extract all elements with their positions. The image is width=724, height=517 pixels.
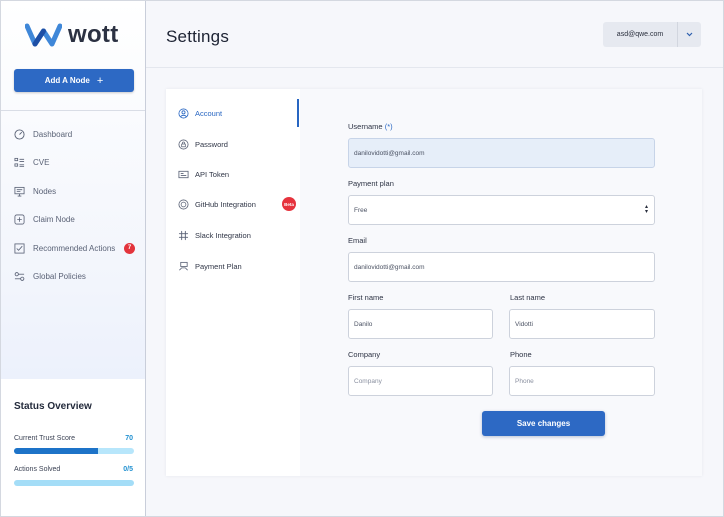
user-email[interactable]: asd@qwe.com — [603, 22, 677, 47]
chevron-down-icon[interactable] — [677, 22, 701, 47]
tab-password[interactable]: Password — [177, 136, 300, 152]
trust-score-value: 70 — [125, 435, 133, 442]
payment-icon — [177, 260, 189, 272]
required-mark: (*) — [384, 122, 393, 131]
status-overview-title: Status Overview — [14, 401, 92, 412]
user-circle-icon — [177, 107, 189, 119]
company-field[interactable] — [348, 366, 493, 396]
active-tab-indicator — [297, 99, 299, 127]
tab-payment-plan[interactable]: Payment Plan — [177, 258, 300, 274]
trust-score-label: Current Trust Score — [14, 435, 76, 442]
first-name-label: First name — [348, 293, 384, 302]
beta-badge: Beta — [282, 197, 296, 211]
sidebar-item-label: Recommended Actions — [33, 243, 116, 253]
checkbox-icon — [13, 242, 25, 254]
trust-score-bar — [14, 448, 134, 454]
trust-score-fill — [14, 448, 98, 454]
settings-card: Account Password API Token GitHub Integr… — [166, 89, 702, 476]
payment-plan-value: Free — [354, 206, 368, 214]
sidebar-item-label: Global Policies — [33, 272, 86, 282]
add-node-button[interactable]: Add A Node + — [14, 69, 134, 92]
username-label: Username (*) — [348, 122, 393, 131]
username-label-text: Username — [348, 122, 383, 131]
sidebar-item-global-policies[interactable]: Global Policies — [13, 263, 137, 292]
wott-logo-icon — [25, 23, 62, 47]
sidebar-divider — [1, 110, 145, 111]
sidebar-item-cve[interactable]: CVE — [13, 149, 137, 178]
lock-circle-icon — [177, 138, 189, 150]
plus-icon: + — [96, 74, 104, 87]
tab-label: Payment Plan — [195, 261, 242, 271]
logo-text: wott — [68, 21, 119, 48]
phone-field[interactable] — [509, 366, 655, 396]
actions-solved-value: 0/5 — [123, 466, 133, 473]
payment-plan-label: Payment plan — [348, 179, 394, 188]
email-label: Email — [348, 236, 367, 245]
settings-tabs: Account Password API Token GitHub Integr… — [166, 89, 300, 476]
sidebar-item-recommended-actions[interactable]: Recommended Actions 7 — [13, 234, 137, 263]
add-node-label: Add A Node — [44, 76, 90, 85]
token-icon — [177, 168, 189, 180]
tab-account[interactable]: Account — [177, 105, 300, 121]
username-field[interactable] — [348, 138, 655, 168]
sidebar-item-label: Nodes — [33, 186, 57, 196]
tab-label: Account — [195, 108, 223, 118]
toggles-icon — [13, 271, 25, 283]
tab-github-integration[interactable]: GitHub Integration Beta — [177, 196, 300, 212]
main-content: Settings asd@qwe.com Account Password AP… — [146, 1, 723, 516]
sidebar-item-label: Claim Node — [33, 215, 75, 225]
sidebar-item-dashboard[interactable]: Dashboard — [13, 120, 137, 149]
tab-label: Slack Integration — [195, 230, 251, 240]
wott-logo[interactable]: wott — [25, 21, 119, 49]
email-field[interactable] — [348, 252, 655, 282]
status-overview: Status Overview Current Trust Score 70 A… — [1, 379, 145, 516]
gauge-icon — [13, 128, 25, 140]
first-name-field[interactable] — [348, 309, 493, 339]
tab-label: API Token — [195, 169, 230, 179]
tab-slack-integration[interactable]: Slack Integration — [177, 227, 300, 243]
sidebar-item-nodes[interactable]: Nodes — [13, 177, 137, 206]
payment-plan-select[interactable]: Free ▴ ▾ — [348, 195, 655, 225]
app-window: wott Add A Node + Dashboard CVE Nodes Cl… — [0, 0, 724, 517]
sidebar-item-label: Dashboard — [33, 129, 73, 139]
tab-api-token[interactable]: API Token — [177, 166, 300, 182]
monitor-icon — [13, 185, 25, 197]
sidebar-item-label: CVE — [33, 158, 50, 168]
last-name-label: Last name — [510, 293, 546, 302]
tab-label: GitHub Integration — [195, 199, 256, 209]
github-icon — [177, 198, 189, 210]
actions-solved-label: Actions Solved — [14, 466, 61, 473]
list-icon — [13, 157, 25, 169]
sidebar-item-claim-node[interactable]: Claim Node — [13, 206, 137, 235]
recommended-actions-badge: 7 — [124, 242, 135, 254]
slack-icon — [177, 229, 189, 241]
company-label: Company — [348, 350, 381, 359]
save-changes-button[interactable]: Save changes — [482, 411, 605, 436]
phone-label: Phone — [510, 350, 532, 359]
plus-square-icon — [13, 214, 25, 226]
user-menu[interactable]: asd@qwe.com — [603, 22, 701, 47]
sidebar-nav: Dashboard CVE Nodes Claim Node Recommend… — [13, 120, 137, 291]
tab-label: Password — [195, 139, 228, 149]
actions-solved-bar — [14, 480, 134, 486]
select-arrows-icon: ▴ ▾ — [644, 204, 648, 215]
last-name-field[interactable] — [509, 309, 655, 339]
page-title: Settings — [166, 27, 230, 46]
account-form: Username (*) Payment plan Free ▴▾ Email … — [300, 89, 702, 476]
sidebar: wott Add A Node + Dashboard CVE Nodes Cl… — [1, 1, 146, 516]
top-bar: Settings asd@qwe.com — [146, 1, 723, 68]
